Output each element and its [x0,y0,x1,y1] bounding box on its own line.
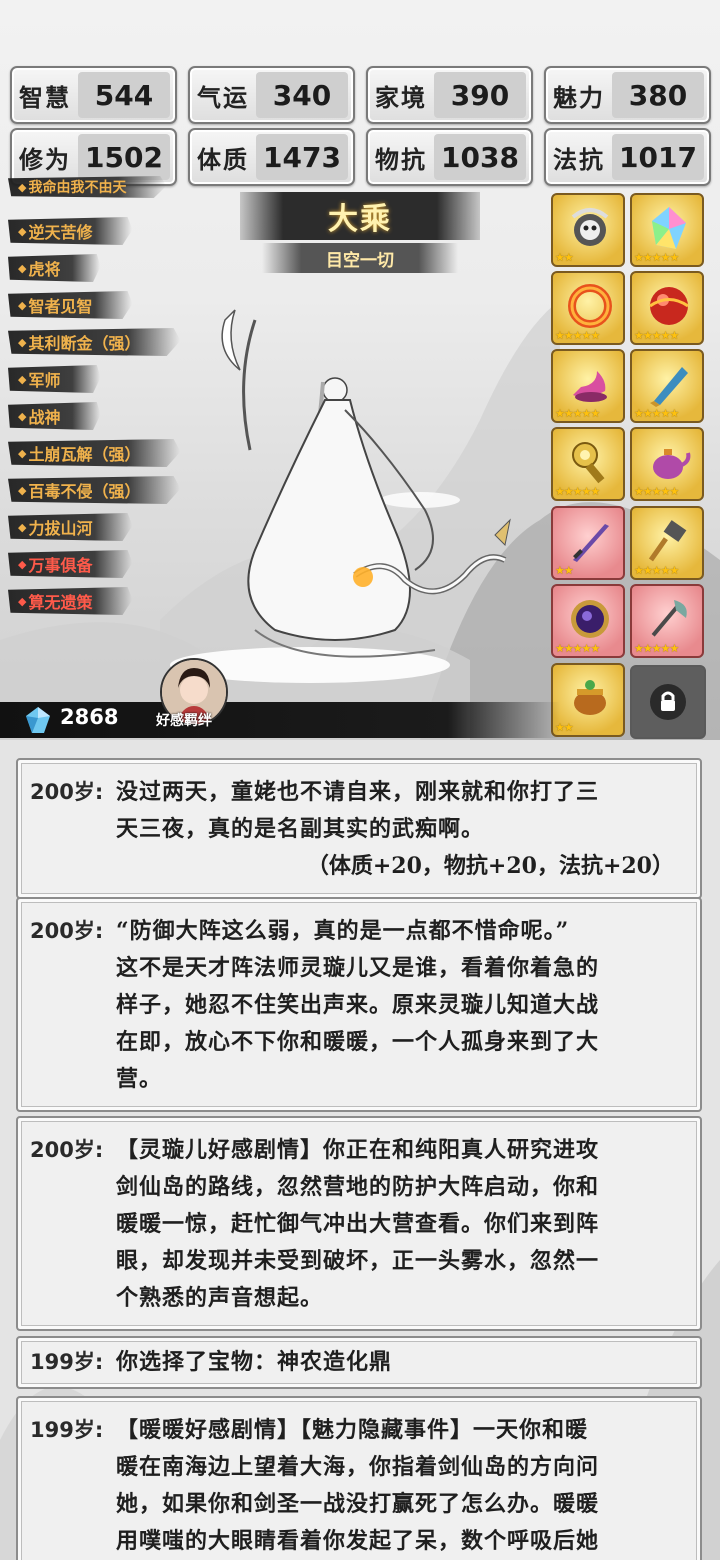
event-bonus: （体质+20，物抗+20，法抗+20） [306,853,674,879]
event-text: 你选择了宝物：神农造化鼎 [116,1349,393,1375]
star-rating: ★★ [555,564,574,577]
treasure-slot[interactable]: ★★★★★ [551,271,625,345]
treasure-slot[interactable]: ★★ [551,193,625,267]
event-text: 没过两天，童姥也不请自来，刚来就和你打了三 天三夜，真的是名副其实的武痴啊。 [116,779,600,842]
star-rating: ★★★★★ [634,329,679,342]
red-orb-icon [649,287,689,325]
stat-label: 智慧 [19,82,71,112]
stat-wisdom: 智慧 544 [10,66,177,124]
event-log[interactable]: 200岁: 没过两天，童姥也不请自来，刚来就和你打了三 天三夜，真的是名副其实的… [0,740,720,1560]
stat-value: 380 [612,72,704,118]
treasure-slot[interactable]: ★★★★★ [551,349,625,423]
treasure-slot[interactable]: ★★★★★ [630,584,704,658]
character-scene: 智慧 544 气运 340 家境 390 魅力 380 修为 1502 体质 1… [0,0,720,740]
stat-value: 1017 [612,134,704,180]
event-age: 199岁: [30,1350,104,1374]
trait-item[interactable]: 虎将 [8,254,101,282]
halberd-icon [651,600,687,637]
void-mirror-icon [571,600,609,638]
star-rating: ★★★★★ [555,407,600,420]
fire-ring-icon [568,284,612,328]
trait-item[interactable]: 战神 [8,402,101,430]
white-dragon-pet[interactable] [345,515,515,635]
star-rating: ★★★★★ [634,251,679,264]
event-card: 199岁: 你选择了宝物：神农造化鼎 [16,1336,702,1389]
trait-item[interactable]: 军师 [8,365,101,393]
star-rating: ★★ [555,251,574,264]
event-card: 200岁: 【灵璇儿好感剧情】你正在和纯阳真人研究进攻 剑仙岛的路线，忽然营地的… [16,1116,702,1331]
stat-value: 1038 [434,134,526,180]
stat-label: 体质 [197,144,249,174]
treasure-slot[interactable]: ★★ [551,663,625,737]
star-rating: ★★★★★ [634,485,679,498]
stat-label: 气运 [197,82,249,112]
realm-subtitle: 目空一切 [262,243,458,273]
stat-magic-resist: 法抗 1017 [544,128,711,186]
treasure-slot[interactable]: ★★ [551,506,625,580]
event-card: 200岁: “防御大阵这么弱，真的是一点都不惜命呢。” 这不是天才阵法师灵璇儿又… [16,897,702,1112]
star-rating: ★★★★★ [555,329,600,342]
purple-teapot-icon [653,449,691,479]
star-rating: ★★★★★ [634,564,679,577]
locked-slot[interactable] [630,665,706,739]
stat-label: 魅力 [553,82,605,112]
jade-blade-icon [650,367,688,407]
stat-label: 物抗 [375,144,427,174]
treasure-slot[interactable]: ★★★★★ [551,427,625,501]
treasure-slot[interactable]: ★★★★★ [630,271,704,345]
stat-value: 544 [78,72,170,118]
star-rating: ★★★★★ [555,642,600,655]
event-age: 200岁: [30,1138,104,1162]
cauldron-icon [574,680,606,715]
treasure-slot[interactable]: ★★★★★ [551,584,625,658]
stat-value: 1502 [78,134,170,180]
purple-sword-icon [573,524,609,562]
stat-physical-resist: 物抗 1038 [366,128,533,186]
skull-orb-icon [571,208,609,246]
realm-title: 大乘 [240,192,480,240]
golden-mace-icon [572,442,605,484]
trait-item[interactable]: 逆天苦修 [8,217,133,245]
star-rating: ★★★★★ [634,407,679,420]
treasure-slot[interactable]: ★★★★★ [630,506,704,580]
stat-value: 390 [434,72,526,118]
stat-value: 1473 [256,134,348,180]
treasure-slot[interactable]: ★★★★★ [630,193,704,267]
pink-horn-icon [573,371,607,402]
event-text: 【暖暖好感剧情】【魅力隐藏事件】一天你和暖 暖在南海边上望着大海，你指着剑仙岛的… [116,1417,600,1554]
stat-label: 修为 [19,144,71,174]
trait-item[interactable]: 力拔山河 [8,513,133,541]
stat-constitution: 体质 1473 [188,128,355,186]
rainbow-crystal-icon [652,207,686,249]
stat-label: 家境 [375,82,427,112]
bond-label[interactable]: 好感羁绊 [156,710,212,730]
star-rating: ★★★★★ [634,642,679,655]
event-text: 【灵璇儿好感剧情】你正在和纯阳真人研究进攻 剑仙岛的路线，忽然营地的防护大阵启动… [116,1137,600,1311]
trait-item[interactable]: 智者见智 [8,291,133,319]
event-card: 200岁: 没过两天，童姥也不请自来，刚来就和你打了三 天三夜，真的是名副其实的… [16,758,702,899]
stat-value: 340 [256,72,348,118]
trait-item[interactable]: 万事俱备 [8,550,133,578]
treasure-slot[interactable]: ★★★★★ [630,349,704,423]
event-age: 200岁: [30,780,104,804]
trait-item[interactable]: 其利断金（强） [8,328,181,356]
event-age: 199岁: [30,1418,104,1442]
trait-item[interactable]: 我命由我不由天 [8,176,167,198]
crystal-gem-icon [26,707,50,733]
stat-charm: 魅力 380 [544,66,711,124]
event-text: “防御大阵这么弱，真的是一点都不惜命呢。” 这不是天才阵法师灵璇儿又是谁，看着你… [116,918,600,1092]
stat-luck: 气运 340 [188,66,355,124]
stat-family: 家境 390 [366,66,533,124]
lock-icon [650,684,686,720]
stat-label: 法抗 [553,144,605,174]
trait-item[interactable]: 土崩瓦解（强） [8,439,181,467]
war-hammer-icon [648,520,687,562]
event-card: 199岁: 【暖暖好感剧情】【魅力隐藏事件】一天你和暖 暖在南海边上望着大海，你… [16,1396,702,1560]
gem-count: 2868 [60,705,119,729]
event-age: 200岁: [30,919,104,943]
trait-item[interactable]: 百毒不侵（强） [8,476,181,504]
star-rating: ★★★★★ [555,485,600,498]
trait-item[interactable]: 算无遗策 [8,587,133,615]
treasure-slot[interactable]: ★★★★★ [630,427,704,501]
